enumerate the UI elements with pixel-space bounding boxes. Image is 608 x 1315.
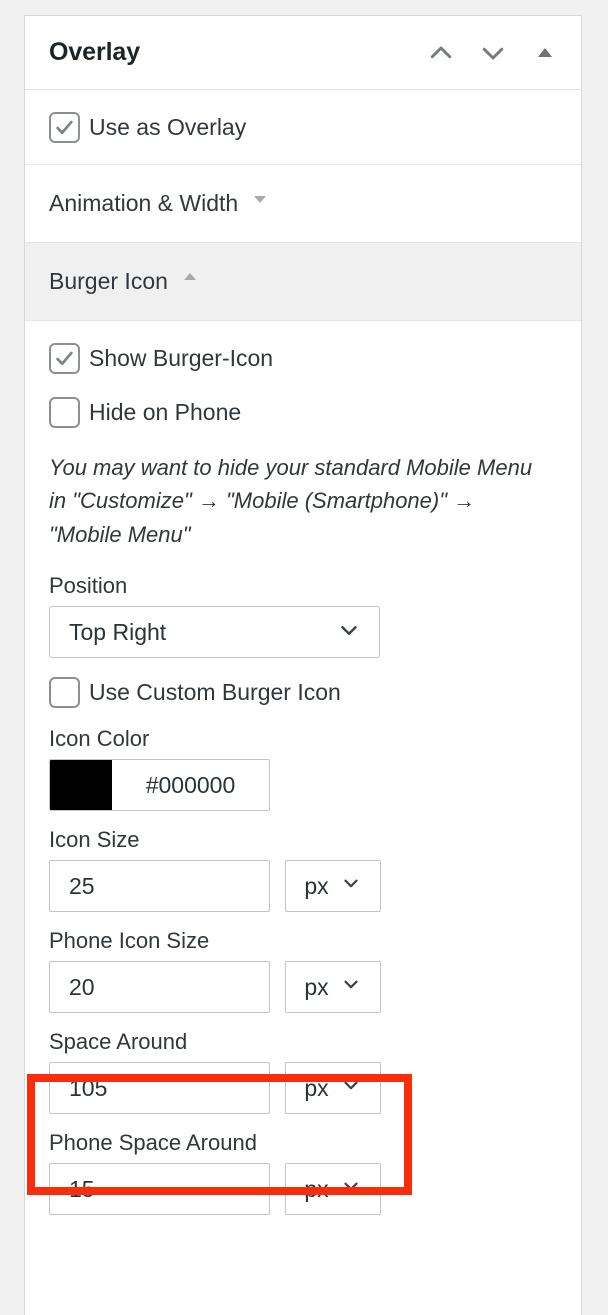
space-around-input[interactable]: 105 (49, 1062, 270, 1115)
field-phone-space-around: Phone Space Around 15 px (49, 1130, 557, 1216)
chevron-down-icon (340, 872, 362, 900)
field-icon-color: Icon Color #000000 (49, 726, 557, 812)
page-title: Overlay (49, 38, 141, 66)
space-around-label: Space Around (49, 1029, 188, 1055)
use-custom-burger-icon-checkbox[interactable] (49, 677, 80, 709)
space-around-unit-value: px (304, 1074, 329, 1101)
icon-size-label: Icon Size (49, 827, 140, 853)
chevron-down-icon (340, 1074, 362, 1102)
field-phone-icon-size: Phone Icon Size 20 px (49, 928, 557, 1014)
position-label: Position (49, 573, 128, 599)
phone-icon-size-label: Phone Icon Size (49, 928, 210, 954)
icon-size-unit-select[interactable]: px (285, 860, 381, 913)
icon-color-swatch[interactable] (50, 760, 112, 811)
phone-space-around-label: Phone Space Around (49, 1130, 257, 1156)
chevron-up-icon (181, 268, 199, 291)
chevron-down-icon (340, 1175, 362, 1203)
phone-icon-size-unit-value: px (304, 973, 329, 1000)
chevron-down-icon (336, 617, 362, 648)
position-select[interactable]: Top Right (49, 606, 380, 659)
field-position: Position Top Right (49, 573, 557, 659)
panel-header: Overlay (25, 16, 581, 90)
hide-on-phone-help-text: You may want to hide your standard Mobil… (49, 455, 533, 547)
phone-space-around-input[interactable]: 15 (49, 1163, 270, 1216)
icon-color-value[interactable]: #000000 (112, 760, 269, 810)
section-burger-icon[interactable]: Burger Icon (25, 243, 581, 321)
collapse-icon[interactable] (530, 38, 560, 68)
show-burger-icon-label: Show Burger-Icon (89, 345, 274, 371)
use-as-overlay-checkbox[interactable] (49, 111, 80, 143)
section-burger-icon-label: Burger Icon (49, 268, 168, 294)
overlay-settings-panel: Overlay Use as Overlay Animation & Width… (24, 15, 582, 1315)
row-show-burger-icon[interactable]: Show Burger-Icon (49, 343, 557, 374)
phone-space-around-unit-select[interactable]: px (285, 1163, 381, 1216)
position-value: Top Right (69, 618, 167, 645)
section-animation-width[interactable]: Animation & Width (25, 165, 581, 243)
show-burger-icon-checkbox[interactable] (49, 343, 80, 374)
phone-icon-size-input[interactable]: 20 (49, 961, 270, 1014)
use-custom-burger-icon-label: Use Custom Burger Icon (89, 679, 341, 706)
phone-icon-size-unit-select[interactable]: px (285, 961, 381, 1014)
move-down-icon[interactable] (478, 38, 508, 68)
icon-color-label: Icon Color (49, 726, 150, 752)
chevron-down-icon (251, 190, 269, 213)
space-around-unit-select[interactable]: px (285, 1062, 381, 1115)
icon-size-input[interactable]: 25 (49, 860, 270, 913)
row-use-as-overlay[interactable]: Use as Overlay (25, 90, 581, 165)
row-hide-on-phone[interactable]: Hide on Phone (49, 397, 557, 428)
move-up-icon[interactable] (426, 38, 456, 68)
hide-on-phone-checkbox[interactable] (49, 397, 80, 428)
field-icon-size: Icon Size 25 px (49, 827, 557, 913)
burger-icon-settings: Show Burger-Icon Hide on Phone You may w… (25, 321, 581, 1272)
icon-color-picker[interactable]: #000000 (49, 759, 270, 812)
hide-on-phone-label: Hide on Phone (89, 399, 242, 425)
chevron-down-icon (340, 973, 362, 1001)
section-animation-width-label: Animation & Width (49, 190, 239, 216)
field-space-around: Space Around 105 px (49, 1029, 557, 1115)
panel-header-controls (426, 38, 560, 68)
use-as-overlay-label: Use as Overlay (89, 113, 247, 140)
icon-size-unit-value: px (304, 872, 329, 899)
phone-space-around-unit-value: px (304, 1175, 329, 1202)
row-use-custom-burger-icon[interactable]: Use Custom Burger Icon (49, 677, 557, 709)
